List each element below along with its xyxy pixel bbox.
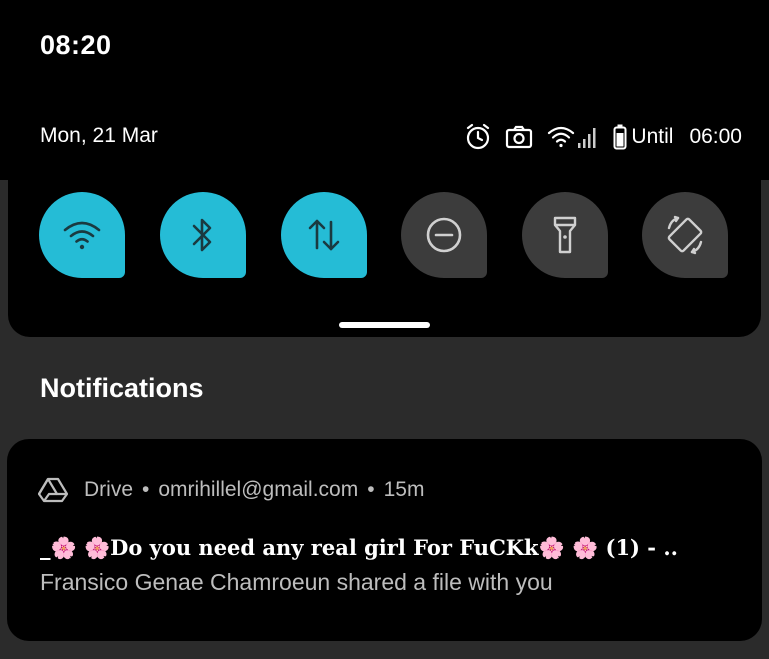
- mobile-data-icon: [308, 219, 340, 251]
- cell-signal-icon: [577, 125, 599, 149]
- notification-body: Fransico Genae Chamroeun shared a file w…: [40, 569, 553, 595]
- notification-title: _🌸 🌸Do you need any real girl For FuCKk🌸…: [40, 535, 678, 560]
- header-separator: •: [142, 478, 150, 501]
- flashlight-tile[interactable]: [522, 192, 608, 278]
- mobile-data-tile[interactable]: [281, 192, 367, 278]
- battery-until-label: Until: [631, 125, 674, 148]
- wifi-tile[interactable]: [39, 192, 125, 278]
- auto-rotate-tile[interactable]: [642, 192, 728, 278]
- quick-settings-tiles: [39, 192, 739, 278]
- status-icons: Until 06:00: [451, 120, 742, 154]
- battery-until-time: 06:00: [689, 125, 742, 148]
- panel-drag-handle[interactable]: [339, 322, 430, 328]
- drive-icon: [38, 477, 68, 503]
- do-not-disturb-tile[interactable]: [401, 192, 487, 278]
- notification-header: Drive • omrihillel@gmail.com • 15m: [38, 477, 424, 503]
- bluetooth-icon: [192, 218, 212, 252]
- clock: 08:20: [40, 30, 112, 60]
- auto-rotate-icon: [667, 215, 703, 255]
- battery-icon: [613, 124, 627, 150]
- bluetooth-tile[interactable]: [160, 192, 246, 278]
- wifi-signal-icon: [547, 125, 575, 149]
- notification-app-name: Drive: [84, 478, 134, 501]
- notification-card[interactable]: Drive • omrihillel@gmail.com • 15m _🌸 🌸D…: [7, 439, 762, 641]
- notification-account: omrihillel@gmail.com: [158, 478, 359, 501]
- header-separator: •: [367, 478, 375, 501]
- wifi-icon: [63, 221, 101, 250]
- date-label[interactable]: Mon, 21 Mar: [40, 124, 158, 148]
- notifications-heading: Notifications: [40, 373, 204, 403]
- flashlight-icon: [553, 216, 577, 254]
- do-not-disturb-icon: [426, 217, 462, 253]
- notification-age: 15m: [383, 478, 425, 501]
- screenshot-icon: [505, 125, 533, 149]
- notification-shade: 08:20 Mon, 21 Mar Until 06:00 Notificati…: [0, 0, 769, 659]
- alarm-icon: [465, 123, 491, 151]
